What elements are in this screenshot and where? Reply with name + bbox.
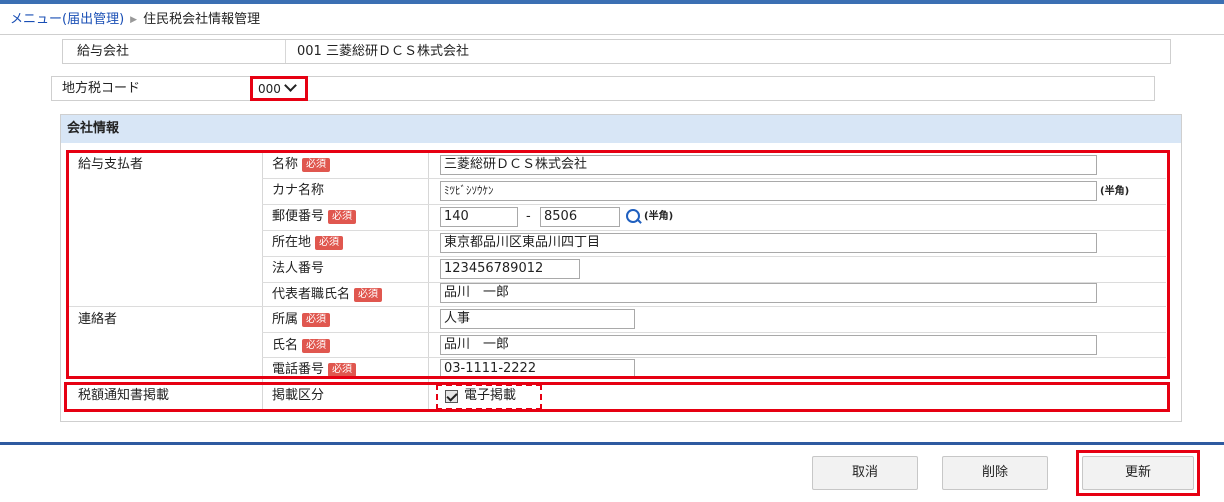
section-header: 会社情報 xyxy=(61,115,1181,143)
payroll-company-value: 001 三菱総研ＤＣＳ株式会社 xyxy=(297,44,469,59)
local-tax-code-highlight xyxy=(250,76,308,101)
page-title: 住民税会社情報管理 xyxy=(143,12,261,27)
breadcrumb-divider xyxy=(0,34,1224,35)
top-accent-bar xyxy=(0,0,1224,4)
delete-button[interactable]: 削除 xyxy=(942,456,1048,490)
cancel-button[interactable]: 取消 xyxy=(812,456,918,490)
breadcrumb-separator-icon: ▶ xyxy=(130,15,138,25)
column-divider xyxy=(285,40,286,63)
update-button-highlight xyxy=(1076,450,1200,496)
local-tax-code-label: 地方税コード xyxy=(62,81,141,96)
notice-highlight xyxy=(64,382,1170,412)
breadcrumb-menu-link[interactable]: メニュー(届出管理) xyxy=(10,12,124,27)
payroll-company-row: 給与会社 001 三菱総研ＤＣＳ株式会社 xyxy=(62,39,1171,64)
footer-divider xyxy=(0,442,1224,445)
breadcrumb: メニュー(届出管理) ▶ 住民税会社情報管理 xyxy=(10,10,260,30)
local-tax-code-row: 地方税コード xyxy=(51,76,1155,101)
payer-contact-highlight xyxy=(66,150,1170,379)
payroll-company-label: 給与会社 xyxy=(77,44,130,59)
